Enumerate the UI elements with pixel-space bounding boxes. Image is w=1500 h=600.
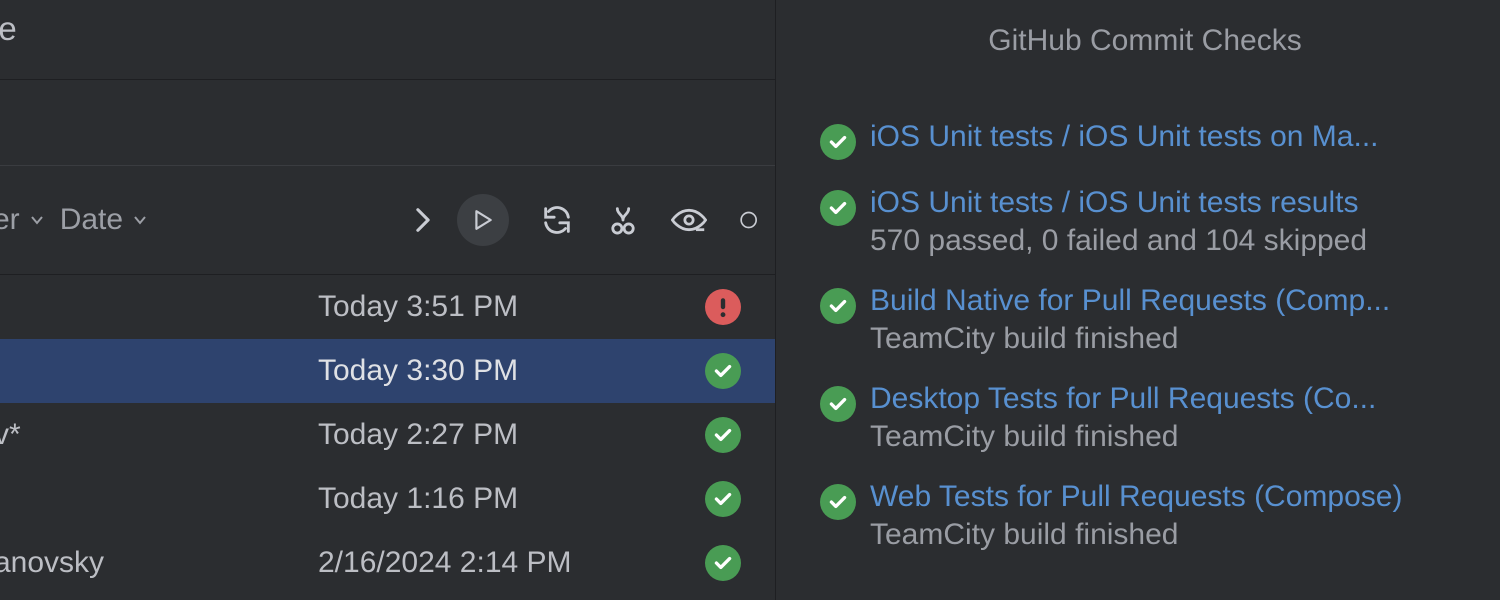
status-success-icon [705, 545, 741, 581]
checks-title: GitHub Commit Checks [820, 24, 1470, 58]
commit-row[interactable]: Today 1:16 PM [0, 467, 775, 531]
commit-list: Today 3:51 PM Today 3:30 PM v* Today 2:2… [0, 275, 775, 600]
status-success-icon [820, 386, 856, 422]
check-link[interactable]: Web Tests for Pull Requests (Compose) [870, 480, 1470, 514]
status-success-icon [705, 353, 741, 389]
filter-date-label: Date [60, 203, 123, 237]
check-item: iOS Unit tests / iOS Unit tests results … [820, 186, 1470, 258]
status-success-icon [705, 417, 741, 453]
check-link[interactable]: iOS Unit tests / iOS Unit tests results [870, 186, 1470, 220]
check-link[interactable]: Build Native for Pull Requests (Comp... [870, 284, 1470, 318]
commit-date: Today 2:27 PM [318, 418, 518, 452]
checks-pane: GitHub Commit Checks iOS Unit tests / iO… [775, 0, 1500, 600]
check-link[interactable]: Desktop Tests for Pull Requests (Co... [870, 382, 1470, 416]
check-subtitle: TeamCity build finished [870, 322, 1470, 356]
status-error-icon [705, 289, 741, 325]
commit-date: Today 3:30 PM [318, 354, 518, 388]
commit-row[interactable]: v* Today 2:27 PM [0, 403, 775, 467]
status-success-icon [705, 481, 741, 517]
check-subtitle: 570 passed, 0 failed and 104 skipped [870, 224, 1470, 258]
commit-row[interactable]: Today 3:51 PM [0, 275, 775, 339]
filter-date[interactable]: Date [60, 203, 147, 237]
filter-user-label: ser [0, 203, 20, 237]
commit-log-pane: ne ser Date [0, 0, 775, 600]
commit-date: Today 3:51 PM [318, 290, 518, 324]
status-success-icon [820, 190, 856, 226]
check-item: iOS Unit tests / iOS Unit tests on Ma... [820, 120, 1470, 160]
eye-icon[interactable] [671, 202, 707, 238]
status-success-icon [820, 124, 856, 160]
chevron-down-icon [133, 213, 147, 227]
check-item: Build Native for Pull Requests (Comp... … [820, 284, 1470, 356]
commit-author: v* [0, 418, 21, 452]
refresh-icon[interactable] [539, 202, 575, 238]
chevron-down-icon [30, 213, 44, 227]
top-header-region: ne [0, 0, 775, 80]
commit-row[interactable]: Today 3:30 PM [0, 339, 775, 403]
commit-date: 2/16/2024 2:14 PM [318, 546, 572, 580]
commit-date: Today 1:16 PM [318, 482, 518, 516]
check-link[interactable]: iOS Unit tests / iOS Unit tests on Ma... [870, 120, 1470, 154]
check-subtitle: TeamCity build finished [870, 518, 1470, 552]
filter-toolbar: ser Date [0, 165, 775, 275]
commit-author: anovsky [0, 546, 104, 580]
check-subtitle: TeamCity build finished [870, 420, 1470, 454]
run-button[interactable] [457, 194, 509, 246]
commit-row[interactable]: anovsky 2/16/2024 2:14 PM [0, 531, 775, 595]
check-item: Web Tests for Pull Requests (Compose) Te… [820, 480, 1470, 552]
filter-user[interactable]: ser [0, 203, 44, 237]
status-success-icon [820, 288, 856, 324]
chevron-right-icon[interactable] [405, 202, 441, 238]
cherry-pick-icon[interactable] [605, 202, 641, 238]
check-item: Desktop Tests for Pull Requests (Co... T… [820, 382, 1470, 454]
partial-title: ne [0, 10, 17, 48]
partial-icon[interactable] [737, 202, 757, 238]
status-success-icon [820, 484, 856, 520]
